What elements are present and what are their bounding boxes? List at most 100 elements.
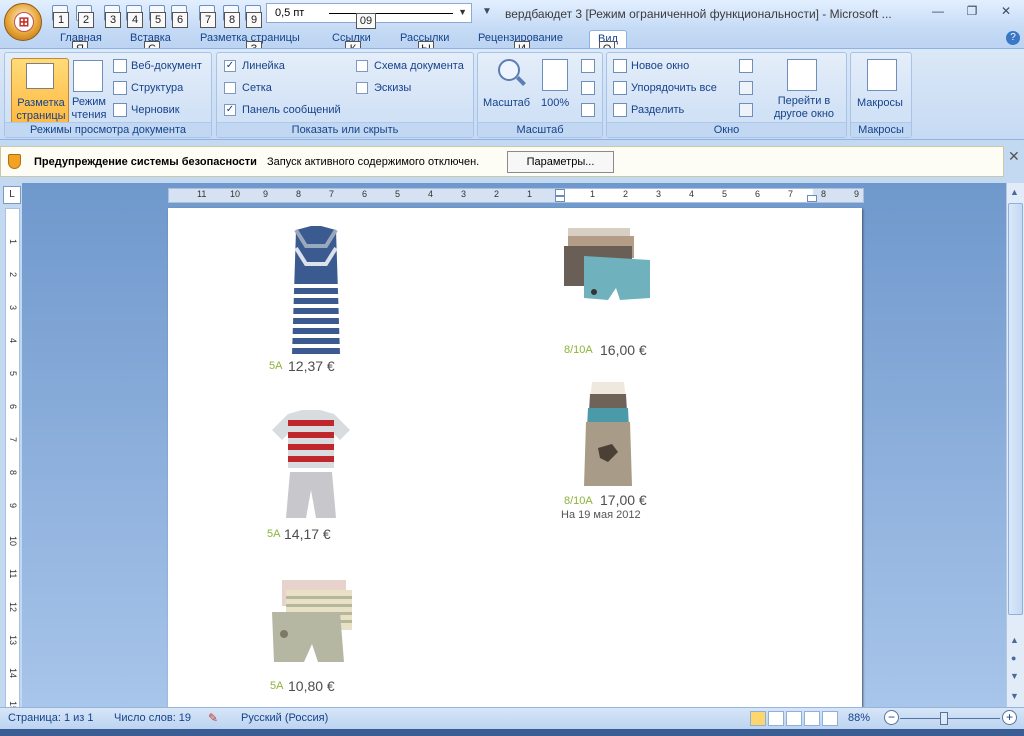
group-label-zoom: Масштаб [478,122,602,137]
side-by-side-icon[interactable] [739,59,753,73]
view-reading-icon[interactable] [768,711,784,726]
ruler-tick-label: 8 [296,189,302,199]
macros-button[interactable]: Макросы [853,57,911,121]
arrange-all-button[interactable]: Упорядочить все [631,82,717,94]
group-show-hide: ✓ Линейка Сетка ✓ Панель сообщений Схема… [216,52,474,138]
new-window-button[interactable]: Новое окно [631,60,689,72]
line-weight-value: 0,5 пт [275,7,305,19]
ruler-tick-label: 7 [788,189,794,199]
product-size: 8/10A [564,495,593,507]
web-layout-icon[interactable] [113,59,127,73]
group-macros: Макросы Макросы [850,52,912,138]
restore-icon[interactable]: ❐ [960,2,984,20]
ruler-tick-label: 2 [494,189,500,199]
message-bar-label[interactable]: Панель сообщений [242,104,341,116]
ruler-label[interactable]: Линейка [242,60,285,72]
security-options-button[interactable]: Параметры... [507,151,614,173]
zoom-100-button[interactable]: 100% [536,57,576,121]
keytip-1: 1 [53,12,69,28]
switch-windows-button[interactable]: Перейти в другое окно [763,57,845,121]
web-layout-button[interactable]: Веб-документ [131,60,202,72]
help-icon[interactable]: ? [1006,31,1020,45]
left-indent-marker[interactable] [555,196,565,202]
new-window-icon[interactable] [613,59,627,73]
vertical-scrollbar[interactable]: ▲ ▲ ● ▼ ▼ [1006,183,1024,707]
vertical-ruler[interactable]: 1 2 3 4 5 6 7 8 9 10 11 12 13 14 15 [5,208,20,711]
reading-button[interactable]: Режим чтения [67,58,109,125]
prev-page-icon[interactable]: ▲ [1010,635,1019,645]
zoom-out-icon[interactable]: − [884,710,899,725]
ruler-tick-label: 9 [263,189,269,199]
sync-scroll-icon[interactable] [739,81,753,95]
tab-selector[interactable]: L [3,186,21,204]
close-icon[interactable]: ✕ [994,2,1018,20]
zoom-button[interactable]: Масштаб [480,57,536,121]
reset-position-icon[interactable] [739,103,753,117]
page-count[interactable]: Страница: 1 из 1 [8,712,94,724]
split-icon[interactable] [613,103,627,117]
horizontal-ruler[interactable]: 11 10 9 8 7 6 5 4 3 2 1 1 2 3 4 5 6 7 8 9 [168,188,864,203]
ruler-tick-label: 1 [590,189,596,199]
magnifier-handle [516,76,526,86]
switch-windows-icon [787,59,817,91]
vertical-ruler-tick-label: 11 [8,569,18,579]
split-button[interactable]: Разделить [631,104,684,116]
next-page-icon[interactable]: ▼ [1010,671,1019,681]
page-width-icon[interactable] [581,103,595,117]
keytip-8: 8 [224,12,240,28]
customize-qat-icon[interactable]: ▼ [482,6,492,17]
grid-label[interactable]: Сетка [242,82,272,94]
one-page-icon[interactable] [581,59,595,73]
arrange-all-icon[interactable] [613,81,627,95]
scroll-down-icon[interactable]: ▼ [1010,691,1019,701]
view-web-icon[interactable] [786,711,802,726]
doc-map-checkbox[interactable] [356,60,368,72]
word-count[interactable]: Число слов: 19 [114,712,191,724]
zoom-slider-track[interactable] [900,718,1000,719]
vertical-ruler-tick-label: 12 [8,602,18,613]
document-page[interactable]: 5A 12,37 € 8/10A 16,00 € 5A 14,17 € 8/10… [168,208,862,707]
keytip-6: 6 [172,12,188,28]
chevron-down-icon[interactable]: ▼ [458,7,467,17]
outline-button[interactable]: Структура [131,82,183,94]
zoom-in-icon[interactable]: + [1002,710,1017,725]
grid-checkbox[interactable] [224,82,236,94]
ruler-tick-label: 11 [197,189,207,199]
zoom-level[interactable]: 88% [848,712,870,724]
print-layout-button[interactable]: Разметка страницы [11,58,69,125]
date-caption: На 19 мая 2012 [561,509,641,521]
ruler-checkbox[interactable]: ✓ [224,60,236,72]
first-line-indent-marker[interactable] [555,189,565,196]
group-label-show-hide: Показать или скрыть [217,122,473,137]
taskbar [0,729,1024,736]
scroll-thumb[interactable] [1008,203,1023,615]
ruler-tick-label: 3 [656,189,662,199]
message-bar-checkbox[interactable]: ✓ [224,104,236,116]
select-browse-object-icon[interactable]: ● [1011,653,1016,663]
office-button[interactable]: ⊞ [4,3,42,41]
minimize-icon[interactable]: — [926,2,950,20]
zoom-slider-thumb[interactable] [940,712,948,725]
view-draft-icon[interactable] [822,711,838,726]
two-pages-icon[interactable] [581,81,595,95]
draft-button[interactable]: Черновик [131,104,180,116]
view-print-layout-icon[interactable] [750,711,766,726]
proofing-icon[interactable]: ✎ [208,711,218,725]
right-indent-marker[interactable] [807,195,817,202]
outline-icon[interactable] [113,81,127,95]
thumbnails-label[interactable]: Эскизы [374,82,411,94]
vertical-ruler-tick-label: 2 [8,272,18,278]
close-icon[interactable]: ✕ [1008,148,1020,165]
group-zoom: Масштаб 100% Масштаб [477,52,603,138]
keytip-9: 9 [246,12,262,28]
doc-map-label[interactable]: Схема документа [374,60,464,72]
language[interactable]: Русский (Россия) [241,712,328,724]
ruler-tick-label: 5 [722,189,728,199]
scroll-up-icon[interactable]: ▲ [1010,187,1019,197]
keytip-line: 09 [356,13,376,29]
thumbnails-checkbox[interactable] [356,82,368,94]
product-price: 10,80 € [288,678,335,694]
view-outline-icon[interactable] [804,711,820,726]
ruler-tick-label: 8 [821,189,827,199]
draft-icon[interactable] [113,103,127,117]
